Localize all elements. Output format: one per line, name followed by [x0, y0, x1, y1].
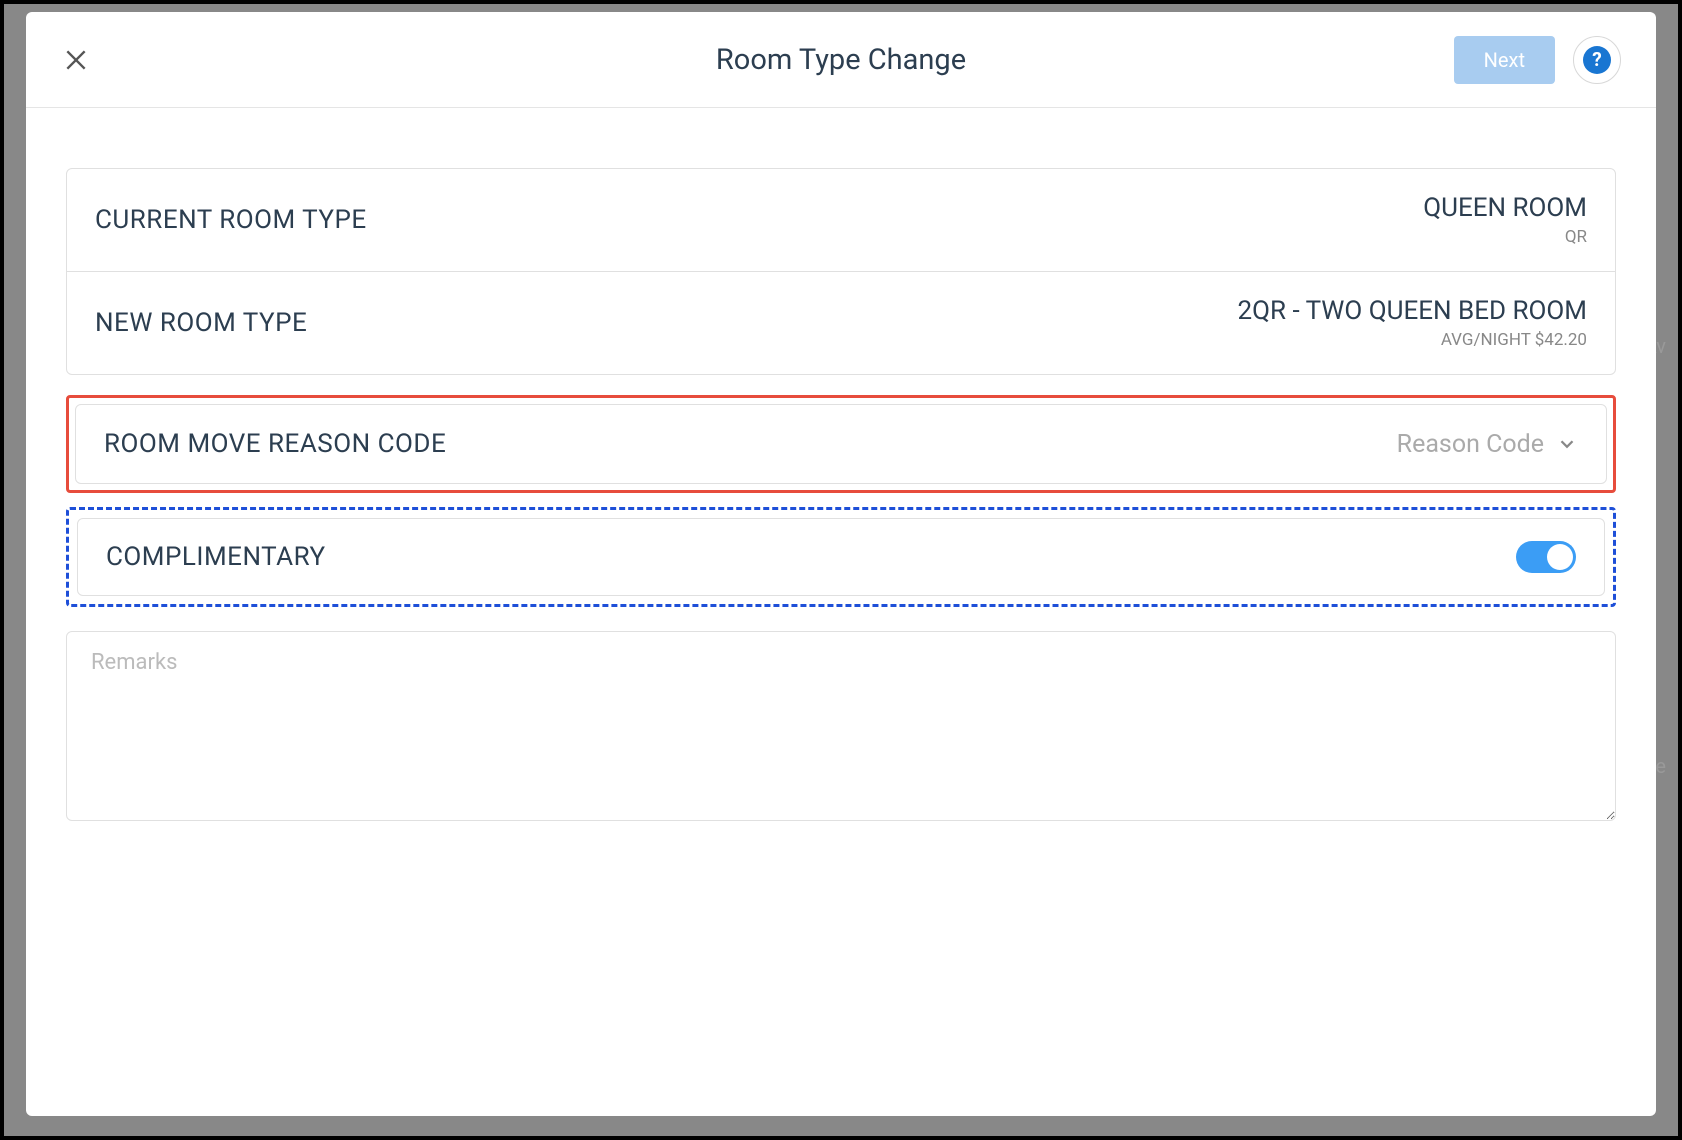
complimentary-row: COMPLIMENTARY	[77, 518, 1605, 596]
reason-code-highlight: ROOM MOVE REASON CODE Reason Code	[66, 395, 1616, 493]
new-room-row[interactable]: NEW ROOM TYPE 2QR - TWO QUEEN BED ROOM A…	[67, 271, 1615, 374]
reason-code-row[interactable]: ROOM MOVE REASON CODE Reason Code	[75, 404, 1607, 484]
room-type-group: CURRENT ROOM TYPE QUEEN ROOM QR NEW ROOM…	[66, 168, 1616, 375]
modal-header: Room Type Change Next ?	[26, 12, 1656, 108]
new-room-avg: AVG/NIGHT $42.20	[1238, 330, 1588, 350]
room-type-change-modal: Room Type Change Next ? CURRENT ROOM TYP…	[26, 12, 1656, 1116]
new-room-value: 2QR - TWO QUEEN BED ROOM	[1238, 296, 1588, 326]
remarks-input[interactable]	[66, 631, 1616, 821]
toggle-knob	[1547, 544, 1573, 570]
current-room-value: QUEEN ROOM	[1423, 193, 1587, 223]
modal-title: Room Type Change	[716, 43, 966, 77]
reason-code-placeholder: Reason Code	[1397, 430, 1544, 459]
current-room-label: CURRENT ROOM TYPE	[95, 205, 367, 235]
reason-code-dropdown[interactable]: Reason Code	[1397, 430, 1578, 459]
complimentary-label: COMPLIMENTARY	[106, 542, 326, 572]
help-button[interactable]: ?	[1573, 36, 1621, 84]
close-button[interactable]	[61, 45, 91, 75]
modal-body: CURRENT ROOM TYPE QUEEN ROOM QR NEW ROOM…	[26, 108, 1656, 1116]
current-room-code: QR	[1423, 227, 1587, 247]
chevron-down-icon	[1556, 433, 1578, 455]
complimentary-toggle[interactable]	[1516, 541, 1576, 573]
complimentary-highlight: COMPLIMENTARY	[66, 507, 1616, 607]
current-room-row: CURRENT ROOM TYPE QUEEN ROOM QR	[67, 169, 1615, 271]
close-icon	[63, 47, 89, 73]
help-icon: ?	[1583, 46, 1611, 74]
bg-hint: e	[1655, 754, 1666, 778]
next-button[interactable]: Next	[1454, 36, 1555, 84]
reason-code-label: ROOM MOVE REASON CODE	[104, 429, 446, 459]
new-room-label: NEW ROOM TYPE	[95, 308, 307, 338]
